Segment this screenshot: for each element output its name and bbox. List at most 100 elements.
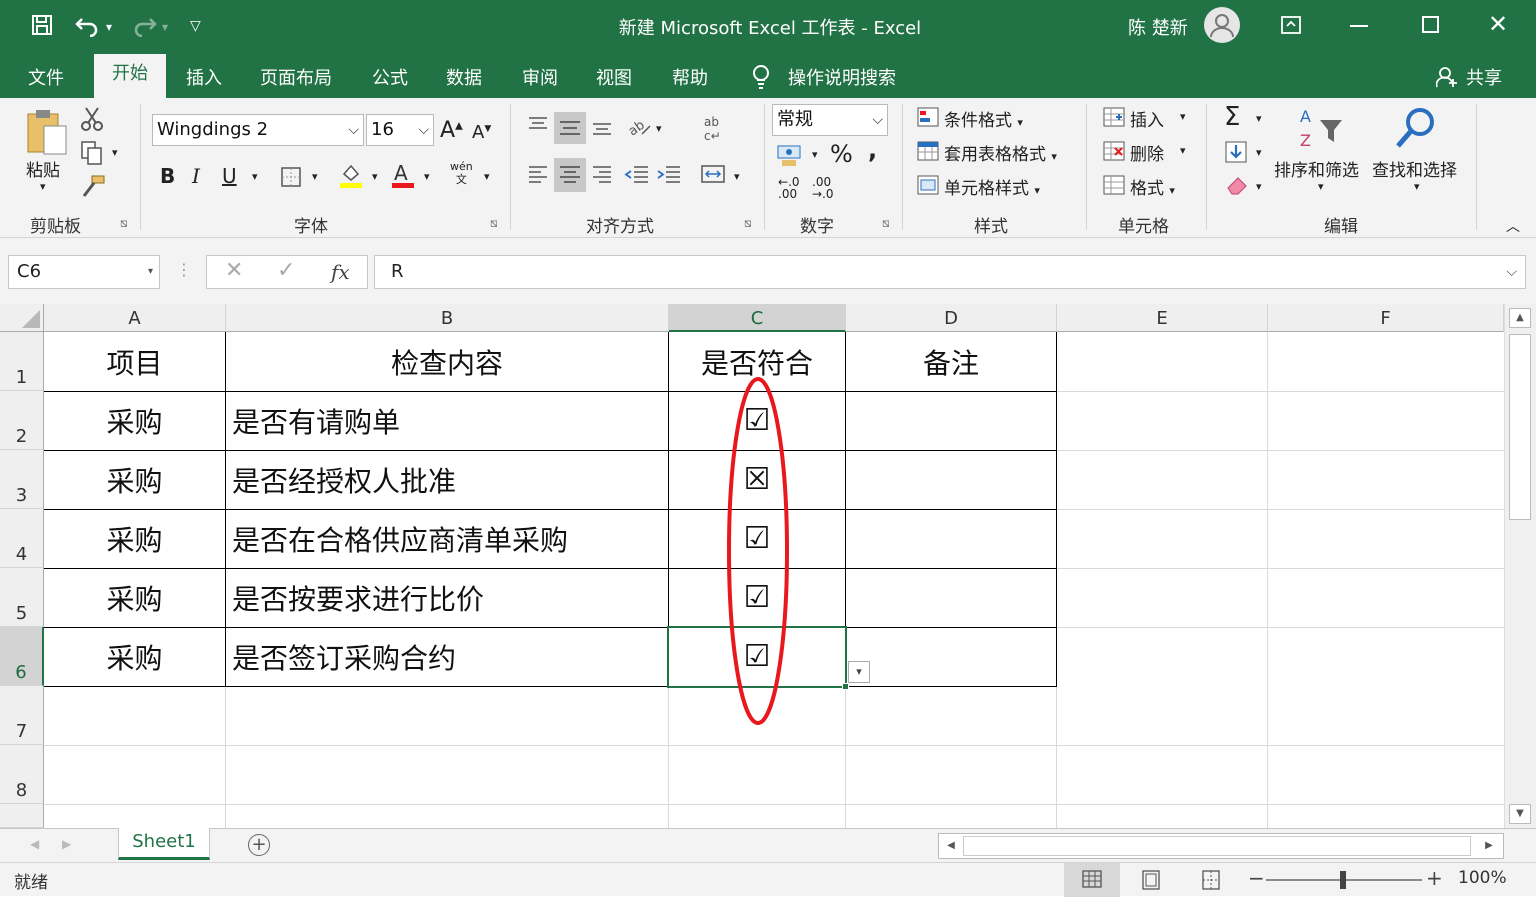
column-header-f[interactable]: F — [1268, 304, 1504, 332]
select-all-button[interactable] — [0, 304, 44, 332]
scroll-left-icon[interactable]: ◀ — [941, 836, 961, 856]
font-name-combo[interactable]: Wingdings 2 ⌵ — [152, 114, 364, 146]
name-box[interactable]: C6 ▾ — [8, 255, 160, 289]
row-header-5[interactable]: 5 — [0, 568, 44, 627]
fill-color-icon[interactable] — [338, 162, 364, 195]
decrease-decimal-button[interactable]: .00 →.0 — [812, 176, 834, 200]
increase-indent-icon[interactable] — [656, 162, 682, 191]
save-icon[interactable] — [30, 13, 54, 43]
tab-view[interactable]: 视图 — [590, 62, 638, 92]
fill-color-dropdown-icon[interactable]: ▾ — [372, 170, 378, 183]
expand-formula-icon[interactable]: ⌵ — [1506, 256, 1517, 288]
sheet-tab-sheet1[interactable]: Sheet1 — [118, 828, 210, 860]
comma-button[interactable]: , — [868, 136, 877, 164]
wrap-text-icon[interactable]: ab c↵ — [702, 114, 728, 149]
copy-icon[interactable] — [80, 140, 104, 171]
column-header-d[interactable]: D — [846, 304, 1057, 332]
column-header-a[interactable]: A — [44, 304, 226, 332]
autosum-dropdown-icon[interactable]: ▾ — [1256, 112, 1262, 125]
horizontal-scroll-thumb[interactable] — [963, 836, 1471, 856]
prev-sheet-icon[interactable]: ◀ — [30, 837, 39, 851]
underline-dropdown-icon[interactable]: ▾ — [252, 170, 258, 183]
increase-decimal-button[interactable]: ←.0.00 — [778, 176, 800, 200]
horizontal-scrollbar[interactable]: ◀ ▶ — [938, 833, 1504, 859]
row-header-2[interactable]: 2 — [0, 391, 44, 450]
cell-c1[interactable]: 是否符合 — [669, 332, 845, 391]
find-select-dropdown-icon[interactable]: ▾ — [1414, 180, 1420, 193]
phonetic-icon[interactable]: wén 文 — [450, 160, 473, 186]
minimize-icon[interactable] — [1350, 25, 1368, 27]
cell-b2[interactable]: 是否有请购单 — [226, 391, 668, 450]
font-size-combo[interactable]: 16 ⌵ — [366, 114, 434, 146]
customize-toolbar-icon[interactable]: ▽ — [190, 18, 201, 34]
vertical-scroll-thumb[interactable] — [1509, 334, 1531, 520]
merge-dropdown-icon[interactable]: ▾ — [734, 170, 740, 183]
column-header-b[interactable]: B — [226, 304, 669, 332]
cell-c2[interactable]: ☑ — [669, 391, 845, 450]
row-header-3[interactable]: 3 — [0, 450, 44, 509]
enter-icon[interactable]: ✓ — [277, 258, 295, 283]
orientation-icon[interactable]: ab — [626, 114, 652, 143]
number-launcher-icon[interactable]: ⧅ — [882, 216, 890, 231]
avatar[interactable] — [1204, 7, 1240, 43]
page-break-view-icon[interactable] — [1200, 870, 1222, 894]
increase-font-icon[interactable]: A▲ — [440, 118, 463, 143]
cell-d4[interactable] — [846, 509, 1056, 568]
zoom-out-icon[interactable]: − — [1248, 866, 1265, 890]
cell-a1[interactable]: 项目 — [44, 332, 225, 391]
format-cells-icon[interactable] — [1102, 174, 1126, 201]
tab-insert[interactable]: 插入 — [180, 62, 228, 92]
cell-a6[interactable]: 采购 — [44, 627, 225, 686]
paste-button[interactable]: 粘贴 — [26, 156, 60, 181]
accounting-dropdown-icon[interactable]: ▾ — [812, 148, 818, 161]
delete-cells-button[interactable]: 删除 — [1130, 140, 1164, 165]
row-header-1[interactable]: 1 — [0, 332, 44, 391]
format-as-table-icon[interactable] — [916, 140, 940, 167]
format-painter-icon[interactable] — [80, 174, 106, 203]
tab-home[interactable]: 开始 — [94, 54, 166, 98]
cell-b4[interactable]: 是否在合格供应商清单采购 — [226, 509, 668, 568]
undo-dropdown-icon[interactable]: ▾ — [106, 20, 112, 34]
row-header-4[interactable]: 4 — [0, 509, 44, 568]
redo-icon[interactable] — [130, 13, 158, 43]
tell-me-search[interactable]: 操作说明搜索 — [782, 62, 902, 92]
cell-c5[interactable]: ☑ — [669, 568, 845, 627]
row-header-9[interactable] — [0, 804, 44, 828]
tab-review[interactable]: 审阅 — [516, 62, 564, 92]
clear-icon[interactable] — [1224, 174, 1250, 201]
cell-a3[interactable]: 采购 — [44, 450, 225, 509]
align-middle-button[interactable] — [554, 112, 586, 144]
collapse-ribbon-icon[interactable]: ︿ — [1506, 216, 1520, 236]
merge-center-icon[interactable] — [700, 162, 726, 191]
column-header-e[interactable]: E — [1057, 304, 1268, 332]
cell-b5[interactable]: 是否按要求进行比价 — [226, 568, 668, 627]
fill-dropdown-icon[interactable]: ▾ — [1256, 146, 1262, 159]
cancel-icon[interactable]: ✕ — [225, 258, 243, 283]
cell-styles-button[interactable]: 单元格样式 ▾ — [944, 174, 1040, 199]
page-layout-view-icon[interactable] — [1140, 870, 1162, 894]
font-launcher-icon[interactable]: ⧅ — [490, 216, 498, 231]
insert-cells-dropdown-icon[interactable]: ▾ — [1180, 110, 1186, 123]
conditional-format-icon[interactable] — [916, 106, 940, 133]
fill-icon[interactable] — [1224, 140, 1248, 169]
share-icon[interactable] — [1435, 66, 1458, 92]
sort-filter-dropdown-icon[interactable]: ▾ — [1318, 180, 1324, 193]
cut-icon[interactable] — [80, 106, 104, 137]
font-color-dropdown-icon[interactable]: ▾ — [424, 170, 430, 183]
bold-button[interactable]: B — [160, 164, 175, 188]
row-header-8[interactable]: 8 — [0, 745, 44, 804]
autosum-icon[interactable]: Σ — [1224, 102, 1240, 132]
cell-a5[interactable]: 采购 — [44, 568, 225, 627]
conditional-format-button[interactable]: 条件格式 ▾ — [944, 106, 1023, 131]
close-icon[interactable]: ✕ — [1488, 10, 1508, 38]
scroll-right-icon[interactable]: ▶ — [1479, 836, 1499, 856]
align-right-icon[interactable] — [590, 162, 614, 191]
zoom-slider-thumb[interactable] — [1340, 871, 1346, 889]
sort-filter-icon[interactable]: AZ — [1298, 106, 1344, 155]
formula-input[interactable]: R ⌵ — [374, 255, 1526, 289]
insert-cells-button[interactable]: 插入 — [1130, 106, 1164, 131]
normal-view-button[interactable] — [1064, 863, 1120, 897]
tab-page-layout[interactable]: 页面布局 — [254, 62, 338, 92]
tab-file[interactable]: 文件 — [22, 62, 70, 92]
insert-function-button[interactable]: fx — [331, 260, 350, 284]
